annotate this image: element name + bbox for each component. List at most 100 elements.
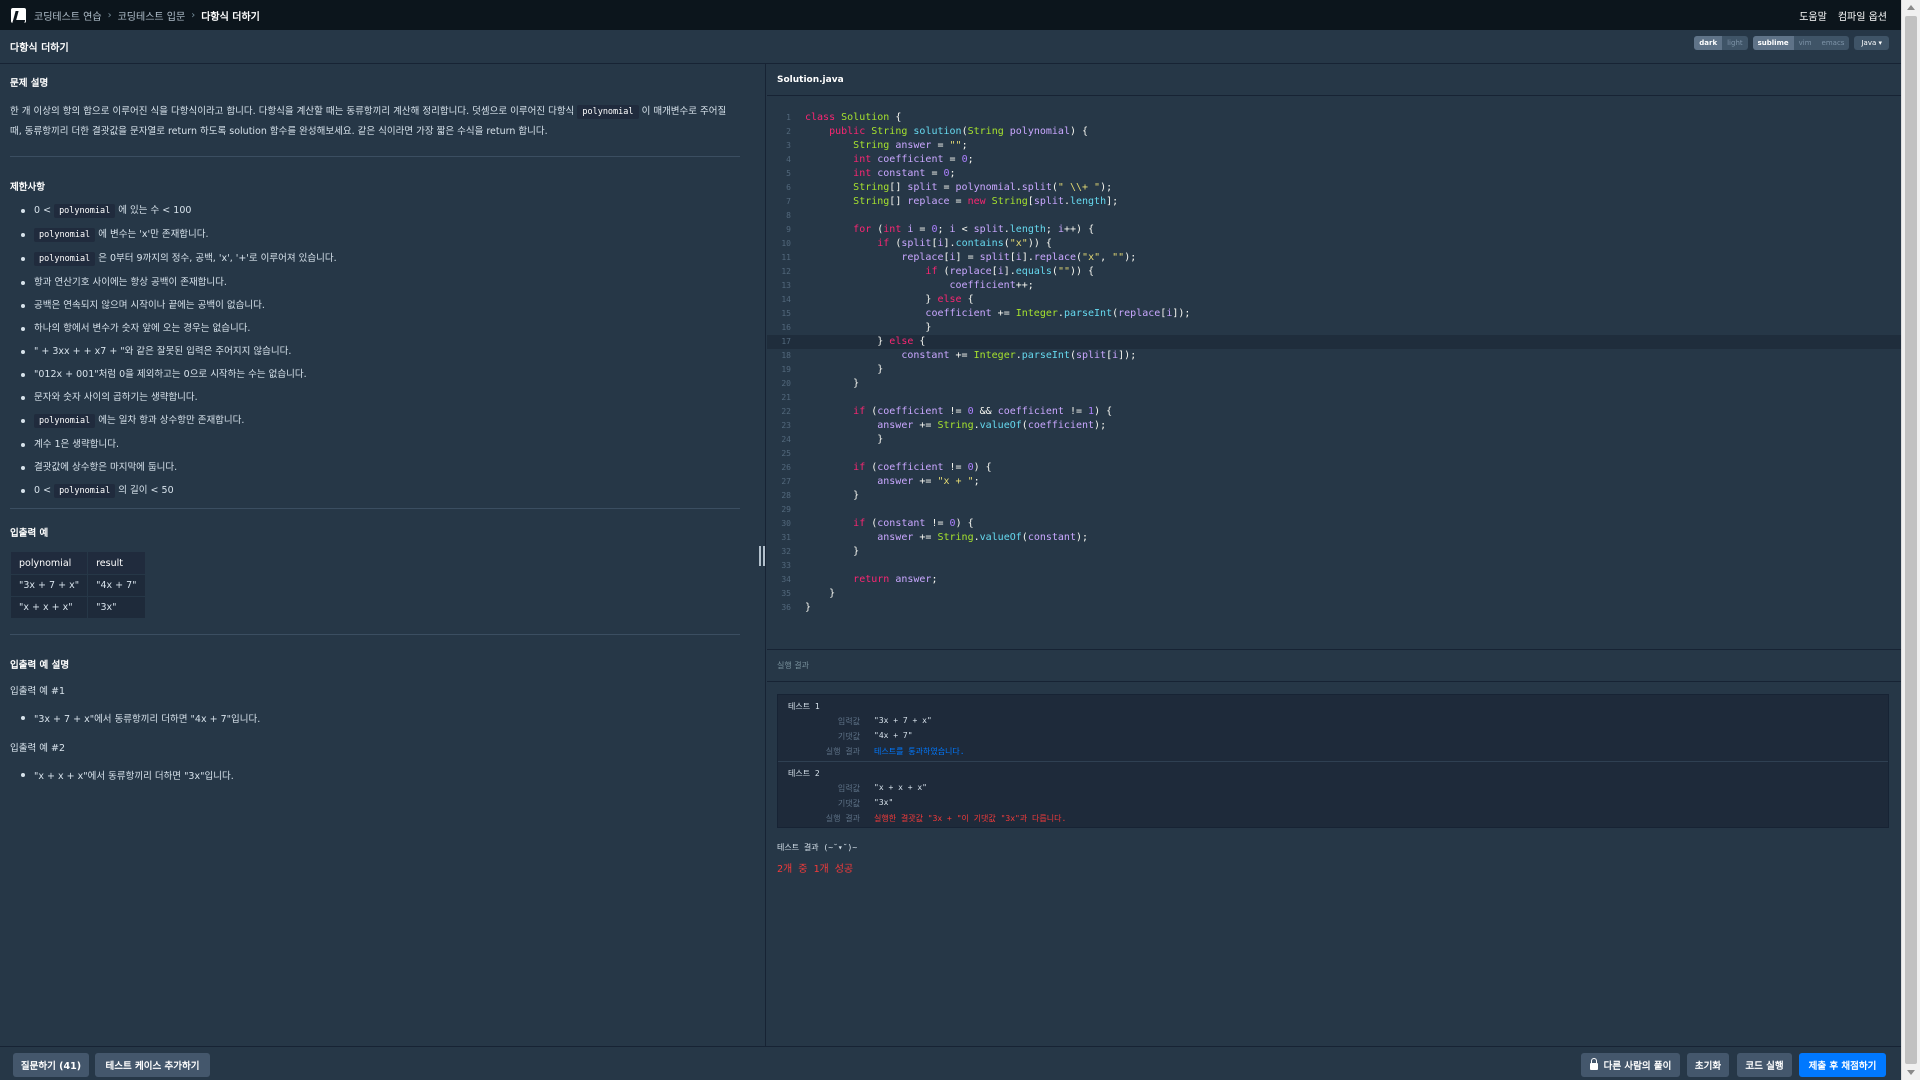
limit-text: " + 3xx + + x7 + "와 같은 잘못된 입력은 주어지지 않습니다…	[34, 346, 292, 357]
line-number: 15	[781, 309, 791, 318]
keymap-vim-button[interactable]: vim	[1794, 36, 1817, 50]
add-test-case-button[interactable]: 테스트 케이스 추가하기	[95, 1053, 210, 1077]
challenge-title-bar: 다항식 더하기 dark light sublime vim emacs Jav…	[0, 30, 1901, 64]
vertical-resize-handle[interactable]	[759, 546, 765, 566]
test-case: 테스트 1 입력값 "3x + 7 + x" 기댓값 "4x + 7" 실행 결…	[778, 695, 1888, 761]
code-line[interactable]: 18 constant += Integer.parseInt(split[i]…	[767, 349, 1901, 363]
code-line[interactable]: 24 }	[767, 433, 1901, 447]
code-line[interactable]: 15 coefficient += Integer.parseInt(repla…	[767, 307, 1901, 321]
test-case: 테스트 2 입력값 "x + x + x" 기댓값 "3x" 실행 결과 실행한…	[778, 761, 1888, 827]
lock-icon	[1589, 1058, 1598, 1070]
limit-text: 문자와 숫자 사이의 곱하기는 생략합니다.	[34, 392, 198, 403]
line-number: 20	[781, 379, 791, 388]
line-number: 10	[781, 239, 791, 248]
code-line[interactable]: 23 answer += String.valueOf(coefficient)…	[767, 419, 1901, 433]
code-line[interactable]: 35 }	[767, 587, 1901, 601]
limit-text: 0 <	[34, 485, 52, 496]
table-cell: "x + x + x"	[9, 596, 89, 619]
code-line[interactable]: 29	[767, 503, 1901, 517]
code-text: public String solution(String polynomial…	[829, 126, 1089, 137]
line-number: 13	[781, 281, 791, 290]
code-line[interactable]: 16 }	[767, 321, 1901, 335]
code-line[interactable]: 33	[767, 559, 1901, 573]
code-line[interactable]: 9 for (int i = 0; i < split.length; i++)…	[767, 223, 1901, 237]
code-line[interactable]: 12 if (replace[i].equals("")) {	[767, 265, 1901, 279]
test-key: 입력값	[837, 717, 860, 726]
keymap-sublime-button[interactable]: sublime	[1752, 36, 1794, 50]
page-title: 다항식 더하기	[10, 43, 69, 54]
code-area[interactable]: 1 class Solution {2 public String solutio…	[767, 111, 1901, 615]
scroll-down-icon[interactable]	[1907, 1070, 1915, 1075]
code-line[interactable]: 30 if (constant != 0) {	[767, 517, 1901, 531]
keymap-emacs-button[interactable]: emacs	[1817, 36, 1850, 50]
code-text: if (split[i].contains("x")) {	[877, 238, 1052, 249]
code-line[interactable]: 13 coefficient++;	[767, 279, 1901, 293]
file-tab: Solution.java	[767, 64, 1901, 96]
code-line[interactable]: 4 int coefficient = 0;	[767, 153, 1901, 167]
example-explanation: "3x + 7 + x"에서 동류항끼리 더하면 "4x + 7"입니다.	[10, 711, 740, 725]
breadcrumb-intro[interactable]: 코딩테스트 입문	[118, 8, 186, 23]
table-cell: "3x"	[87, 596, 146, 619]
code-line[interactable]: 2 public String solution(String polynomi…	[767, 125, 1901, 139]
code-line[interactable]: 28 }	[767, 489, 1901, 503]
questions-button[interactable]: 질문하기 (41)	[13, 1053, 89, 1077]
theme-dark-button[interactable]: dark	[1694, 36, 1723, 50]
code-line[interactable]: 14 } else {	[767, 293, 1901, 307]
code-line[interactable]: 34 return answer;	[767, 573, 1901, 587]
code-line[interactable]: 27 answer += "x + ";	[767, 475, 1901, 489]
code-line[interactable]: 22 if (coefficient != 0 && coefficient !…	[767, 405, 1901, 419]
test-result-pass: 테스트를 통과하였습니다.	[874, 747, 965, 756]
code-line[interactable]: 7 String[] replace = new String[split.le…	[767, 195, 1901, 209]
limit-text: 결괏값에 상수항은 마지막에 둡니다.	[34, 462, 178, 473]
test-param: "x + x + x"	[874, 783, 927, 792]
reset-button[interactable]: 초기화	[1687, 1053, 1729, 1077]
code-line[interactable]: 20 }	[767, 377, 1901, 391]
code-line[interactable]: 25	[767, 447, 1901, 461]
other-solutions-button[interactable]: 다른 사람의 풀이	[1581, 1053, 1680, 1077]
line-number: 3	[786, 141, 791, 150]
code-line[interactable]: 21	[767, 391, 1901, 405]
scroll-up-icon[interactable]	[1907, 5, 1915, 10]
line-number: 8	[786, 211, 791, 220]
scrollbar-thumb[interactable]	[1905, 16, 1917, 1064]
code-line[interactable]: 19 }	[767, 363, 1901, 377]
run-results-panel: 실행 결과 테스트 1 입력값 "3x + 7 + x" 기댓값 "4x + 7…	[767, 649, 1901, 1046]
code-line[interactable]: 6 String[] split = polynomial.split(" \\…	[767, 181, 1901, 195]
limit-code: polynomial	[54, 204, 116, 218]
code-line[interactable]: 11 replace[i] = split[i].replace("x", ""…	[767, 251, 1901, 265]
table-cell: "4x + 7"	[87, 574, 146, 597]
line-number: 19	[781, 365, 791, 374]
test-row: 실행 결과 테스트를 통과하였습니다.	[778, 746, 965, 757]
compile-options-link[interactable]: 컴파일 옵션	[1838, 8, 1887, 23]
submit-button[interactable]: 제출 후 채점하기	[1799, 1053, 1886, 1077]
theme-light-button[interactable]: light	[1722, 36, 1748, 50]
code-text: coefficient++;	[949, 280, 1034, 291]
code-line[interactable]: 31 answer += String.valueOf(constant);	[767, 531, 1901, 545]
programmers-logo-icon[interactable]	[11, 7, 26, 23]
code-editor[interactable]: Solution.java 1 class Solution {2 public …	[767, 64, 1901, 649]
code-line[interactable]: 1 class Solution {	[767, 111, 1901, 125]
limit-item: "012x + 001"처럼 0을 제외하고는 0으로 시작하는 수는 없습니다…	[10, 368, 740, 381]
code-line[interactable]: 32 }	[767, 545, 1901, 559]
run-code-button[interactable]: 코드 실행	[1737, 1053, 1792, 1077]
code-line[interactable]: 3 String answer = "";	[767, 139, 1901, 153]
code-line[interactable]: 5 int constant = 0;	[767, 167, 1901, 181]
code-line[interactable]: 36}	[767, 601, 1901, 615]
test-expected: "4x + 7"	[874, 731, 913, 740]
line-number: 23	[781, 421, 791, 430]
line-number: 16	[781, 323, 791, 332]
line-number: 22	[781, 407, 791, 416]
line-number: 34	[781, 575, 791, 584]
line-number: 21	[781, 393, 791, 402]
page-scrollbar[interactable]	[1901, 0, 1920, 1080]
code-line[interactable]: 8	[767, 209, 1901, 223]
code-line[interactable]: 26 if (coefficient != 0) {	[767, 461, 1901, 475]
divider	[10, 156, 740, 157]
help-link[interactable]: 도움말	[1799, 8, 1827, 23]
code-text: }	[805, 546, 860, 557]
other-solutions-label: 다른 사람의 풀이	[1603, 1061, 1672, 1072]
breadcrumb-practice[interactable]: 코딩테스트 연습	[34, 8, 102, 23]
language-dropdown[interactable]: Java ▾	[1854, 36, 1889, 50]
code-line[interactable]: 17 } else {	[767, 335, 1901, 349]
code-line[interactable]: 10 if (split[i].contains("x")) {	[767, 237, 1901, 251]
